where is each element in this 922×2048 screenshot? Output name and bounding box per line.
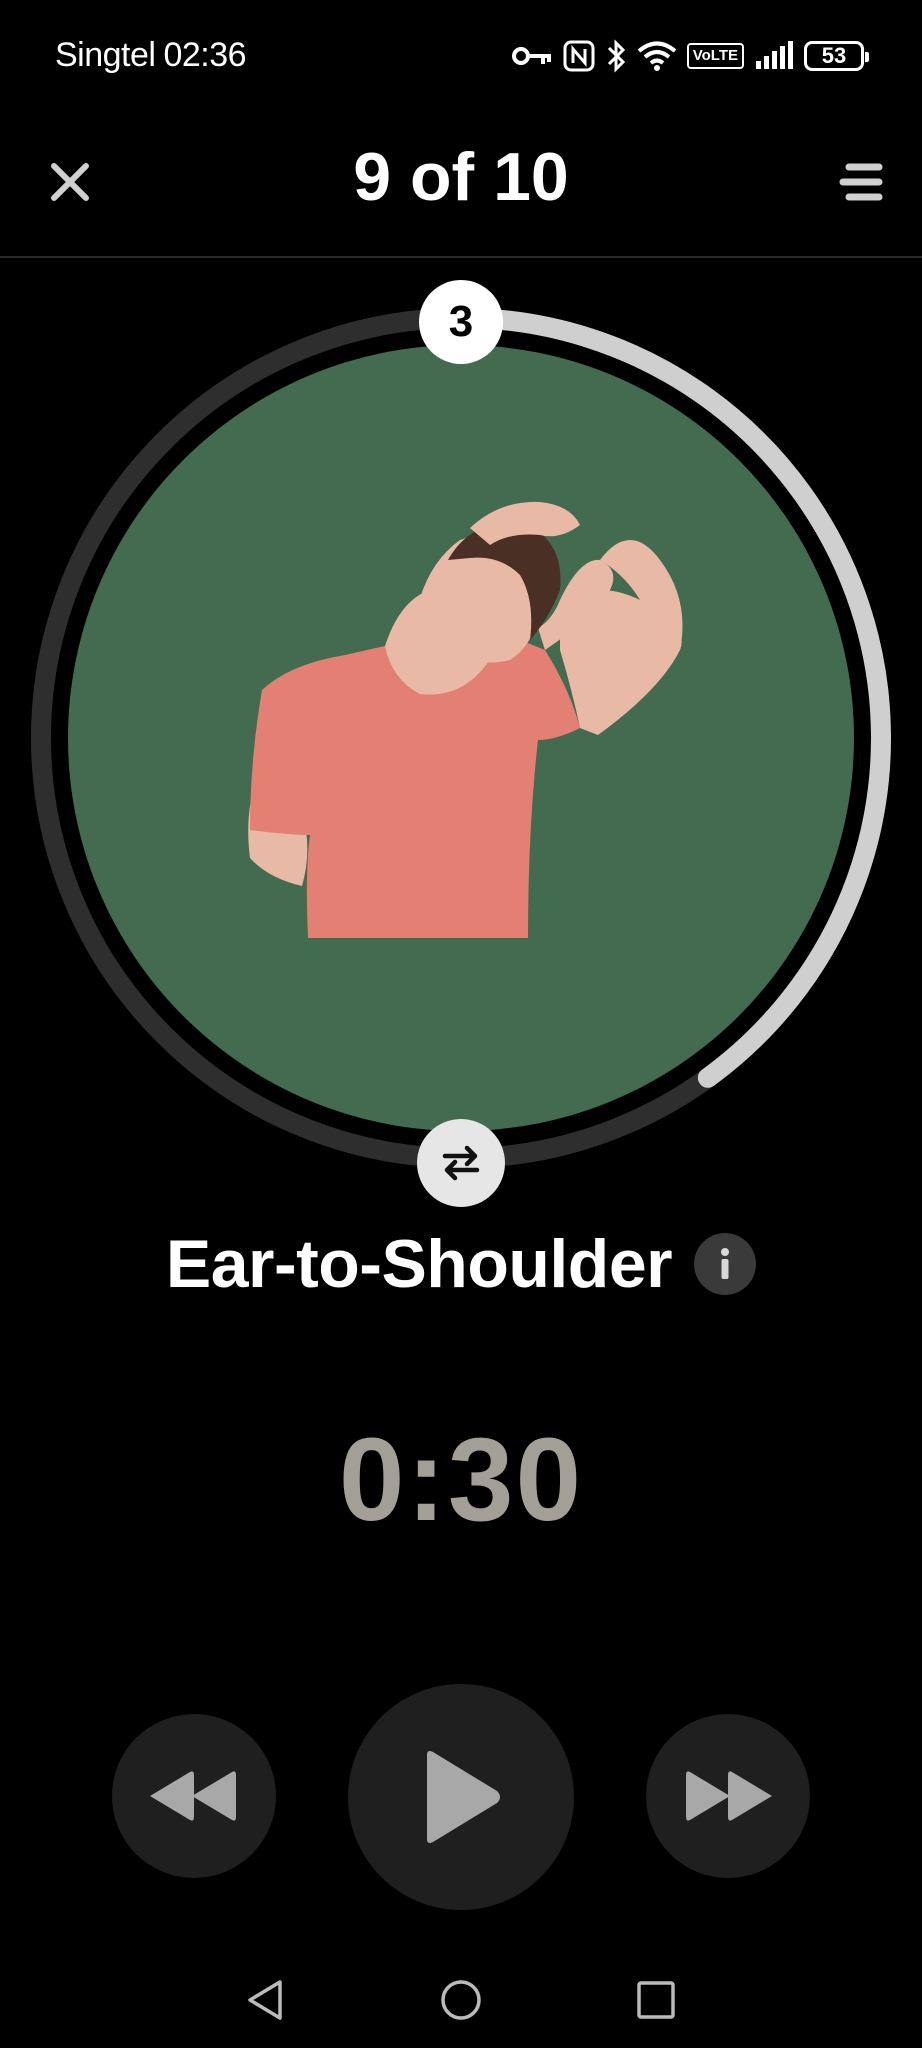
next-exercise-button[interactable] (646, 1714, 810, 1878)
exercise-timer: 0:30 (338, 1414, 584, 1546)
nav-home-icon (441, 1980, 481, 2020)
exercise-title-row: Ear-to-Shoulder (0, 1222, 922, 1306)
system-nav-bar (0, 1950, 922, 2048)
nav-home-button[interactable] (431, 1970, 491, 2030)
swap-sides-icon (442, 1145, 480, 1181)
nav-back-button[interactable] (236, 1970, 296, 2030)
nav-recents-icon (637, 1981, 675, 2019)
rewind-icon (150, 1771, 236, 1821)
swap-sides-button[interactable] (417, 1119, 505, 1207)
fast-forward-icon (686, 1771, 772, 1821)
exercise-name: Ear-to-Shoulder (165, 1226, 673, 1302)
nav-back-icon (248, 1980, 282, 2020)
play-button[interactable] (348, 1684, 574, 1910)
previous-exercise-button[interactable] (112, 1714, 276, 1878)
play-icon (427, 1751, 500, 1843)
exercise-ring (31, 308, 891, 1168)
exercise-info-button[interactable] (694, 1233, 757, 1295)
info-icon (721, 1248, 730, 1279)
nav-recents-button[interactable] (626, 1970, 686, 2030)
step-count-badge: 3 (419, 280, 503, 364)
